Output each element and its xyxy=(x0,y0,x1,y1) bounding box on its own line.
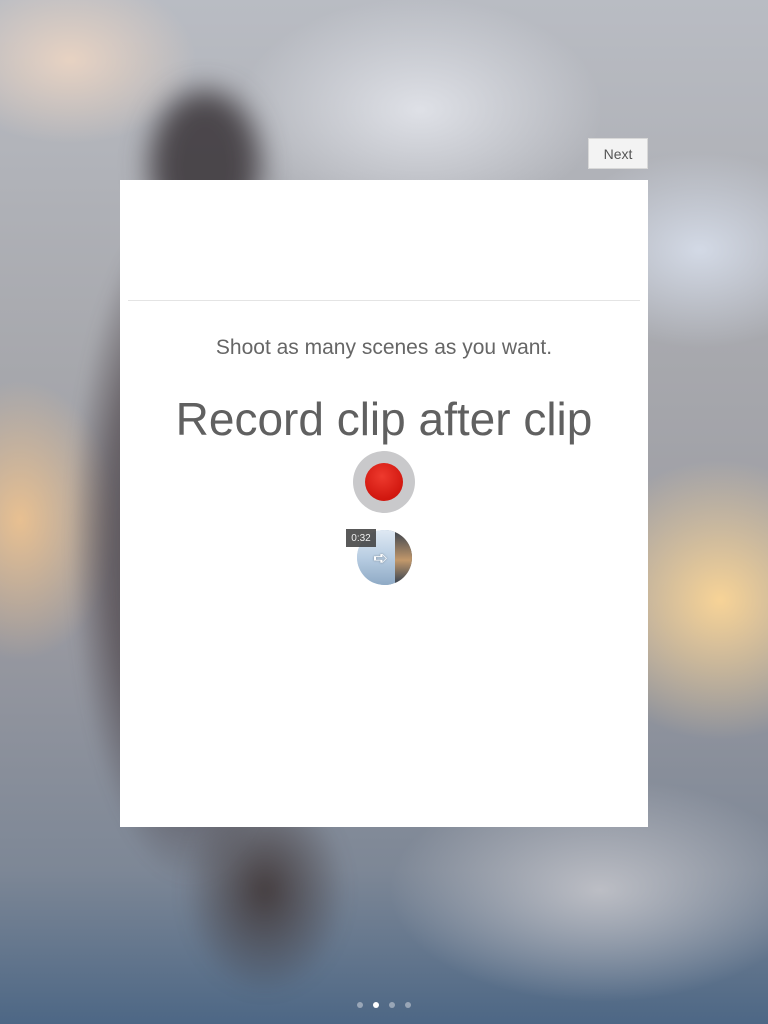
page-dot-3[interactable] xyxy=(389,1002,395,1008)
page-dot-4[interactable] xyxy=(405,1002,411,1008)
page-dot-1[interactable] xyxy=(357,1002,363,1008)
record-button[interactable] xyxy=(353,451,415,513)
thumbnail-sunset xyxy=(395,530,412,585)
illustration: ➪ 0:32 xyxy=(120,180,648,827)
next-button[interactable]: Next xyxy=(588,138,648,169)
clip-duration-badge: 0:32 xyxy=(346,529,376,547)
page-dot-2-active[interactable] xyxy=(373,1002,379,1008)
page-indicator xyxy=(357,1002,411,1008)
record-icon xyxy=(365,463,403,501)
arrow-right-icon: ➪ xyxy=(373,548,389,568)
